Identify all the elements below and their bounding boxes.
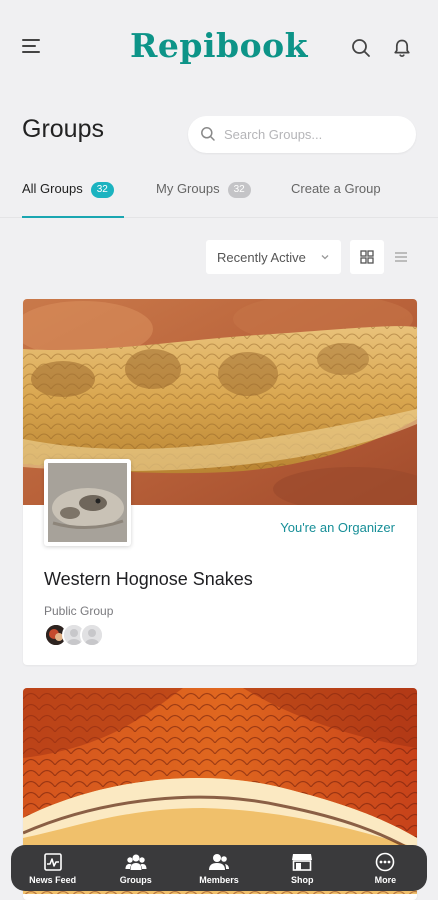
nav-groups[interactable]: Groups bbox=[94, 845, 177, 891]
view-toggle bbox=[350, 240, 418, 274]
grid-view-button[interactable] bbox=[350, 240, 384, 274]
tab-label: My Groups bbox=[156, 181, 220, 196]
app-logo: Repibook bbox=[130, 26, 308, 65]
nav-label: Shop bbox=[290, 875, 314, 885]
nav-members[interactable]: Members bbox=[177, 845, 260, 891]
nav-label: Groups bbox=[119, 875, 152, 885]
shop-icon bbox=[292, 854, 313, 871]
tab-label: Create a Group bbox=[291, 181, 381, 196]
group-avatar[interactable] bbox=[44, 459, 131, 546]
list-icon bbox=[395, 252, 407, 262]
group-tabs: All Groups 32 My Groups 32 Create a Grou… bbox=[0, 176, 438, 220]
group-name[interactable]: Western Hognose Snakes bbox=[44, 569, 253, 590]
search-groups-field[interactable] bbox=[188, 116, 416, 153]
top-bar: Repibook bbox=[0, 0, 438, 96]
group-members[interactable] bbox=[44, 623, 124, 647]
tab-all-groups[interactable]: All Groups 32 bbox=[22, 176, 114, 218]
search-icon[interactable] bbox=[350, 37, 372, 59]
sort-dropdown[interactable]: Recently Active bbox=[206, 240, 341, 274]
organizer-status: You're an Organizer bbox=[280, 520, 395, 535]
tab-create-group[interactable]: Create a Group bbox=[291, 176, 381, 218]
members-icon bbox=[209, 854, 229, 870]
nav-news-feed[interactable]: News Feed bbox=[11, 845, 94, 891]
count-badge: 32 bbox=[227, 182, 251, 198]
groups-icon bbox=[125, 854, 147, 870]
nav-label: More bbox=[374, 875, 397, 885]
page-title: Groups bbox=[22, 115, 104, 143]
news-feed-icon bbox=[43, 853, 62, 871]
group-card[interactable]: You're an Organizer Western Hognose Snak… bbox=[23, 299, 417, 665]
count-badge: 32 bbox=[90, 182, 114, 198]
grid-icon bbox=[360, 250, 374, 264]
more-icon bbox=[376, 852, 395, 872]
bottom-nav: News Feed Groups Members Shop More bbox=[11, 845, 427, 891]
sort-selected-value: Recently Active bbox=[217, 249, 306, 265]
search-groups-input[interactable] bbox=[224, 116, 404, 153]
nav-shop[interactable]: Shop bbox=[261, 845, 344, 891]
list-view-button[interactable] bbox=[384, 240, 418, 274]
chevron-down-icon bbox=[321, 255, 329, 260]
search-field-icon bbox=[201, 127, 215, 141]
nav-label: Members bbox=[199, 875, 239, 885]
group-type: Public Group bbox=[44, 604, 114, 618]
tab-label: All Groups bbox=[22, 181, 83, 196]
active-tab-indicator bbox=[22, 216, 124, 218]
notification-bell-icon[interactable] bbox=[391, 37, 413, 59]
nav-label: News Feed bbox=[29, 875, 77, 885]
tab-my-groups[interactable]: My Groups 32 bbox=[156, 176, 251, 218]
menu-icon[interactable] bbox=[22, 38, 42, 56]
nav-more[interactable]: More bbox=[344, 845, 427, 891]
member-avatar bbox=[80, 623, 104, 647]
